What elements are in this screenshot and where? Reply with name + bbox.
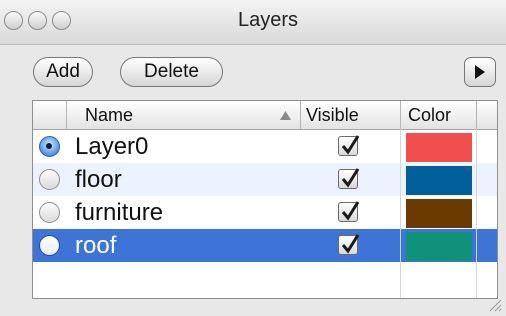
window-title: Layers: [237, 9, 299, 31]
layer-color-swatch[interactable]: [406, 232, 472, 261]
column-divider: [400, 129, 401, 298]
checkmark-icon: [341, 234, 360, 254]
resize-grip-icon[interactable]: [488, 298, 502, 312]
layer-color-swatch[interactable]: [406, 133, 472, 162]
column-header-name[interactable]: Name: [85, 101, 300, 129]
checkmark-icon: [341, 168, 360, 188]
delete-button[interactable]: Delete: [120, 57, 223, 87]
layer-name[interactable]: floor: [75, 165, 122, 195]
active-layer-radio[interactable]: [39, 169, 60, 190]
layers-table: Name Visible Color Layer0 floor furniture r…: [32, 100, 498, 299]
checkmark-icon: [341, 135, 360, 155]
active-layer-radio[interactable]: [39, 202, 60, 223]
visible-checkbox[interactable]: [338, 201, 360, 222]
header-divider: [400, 101, 401, 129]
checkmark-icon: [341, 201, 360, 221]
sort-ascending-icon: [280, 111, 291, 120]
visible-checkbox[interactable]: [338, 135, 360, 156]
add-button[interactable]: Add: [33, 57, 93, 87]
header-divider: [66, 101, 67, 129]
header-divider: [300, 101, 301, 129]
visible-checkbox[interactable]: [338, 168, 360, 189]
table-header: Name Visible Color: [33, 101, 497, 130]
layer-name[interactable]: roof: [75, 231, 116, 261]
play-button[interactable]: [464, 57, 496, 87]
title-bar[interactable]: Layers: [0, 0, 506, 45]
column-header-visible[interactable]: Visible: [306, 101, 400, 129]
table-row[interactable]: roof: [33, 229, 497, 262]
column-divider: [476, 129, 477, 298]
table-row[interactable]: Layer0: [33, 130, 497, 163]
column-header-color[interactable]: Color: [408, 101, 478, 129]
visible-checkbox[interactable]: [338, 234, 360, 255]
header-divider: [476, 101, 477, 129]
active-layer-radio[interactable]: [39, 235, 60, 256]
layer-name[interactable]: Layer0: [75, 132, 148, 162]
layers-window: Layers Add Delete Name Visible Color Lay…: [0, 0, 506, 316]
table-row[interactable]: floor: [33, 163, 497, 196]
layer-color-swatch[interactable]: [406, 199, 472, 228]
table-row[interactable]: furniture: [33, 196, 497, 229]
layer-name[interactable]: furniture: [75, 198, 163, 228]
play-icon: [475, 65, 485, 79]
active-layer-radio[interactable]: [39, 136, 60, 157]
layer-color-swatch[interactable]: [406, 166, 472, 195]
